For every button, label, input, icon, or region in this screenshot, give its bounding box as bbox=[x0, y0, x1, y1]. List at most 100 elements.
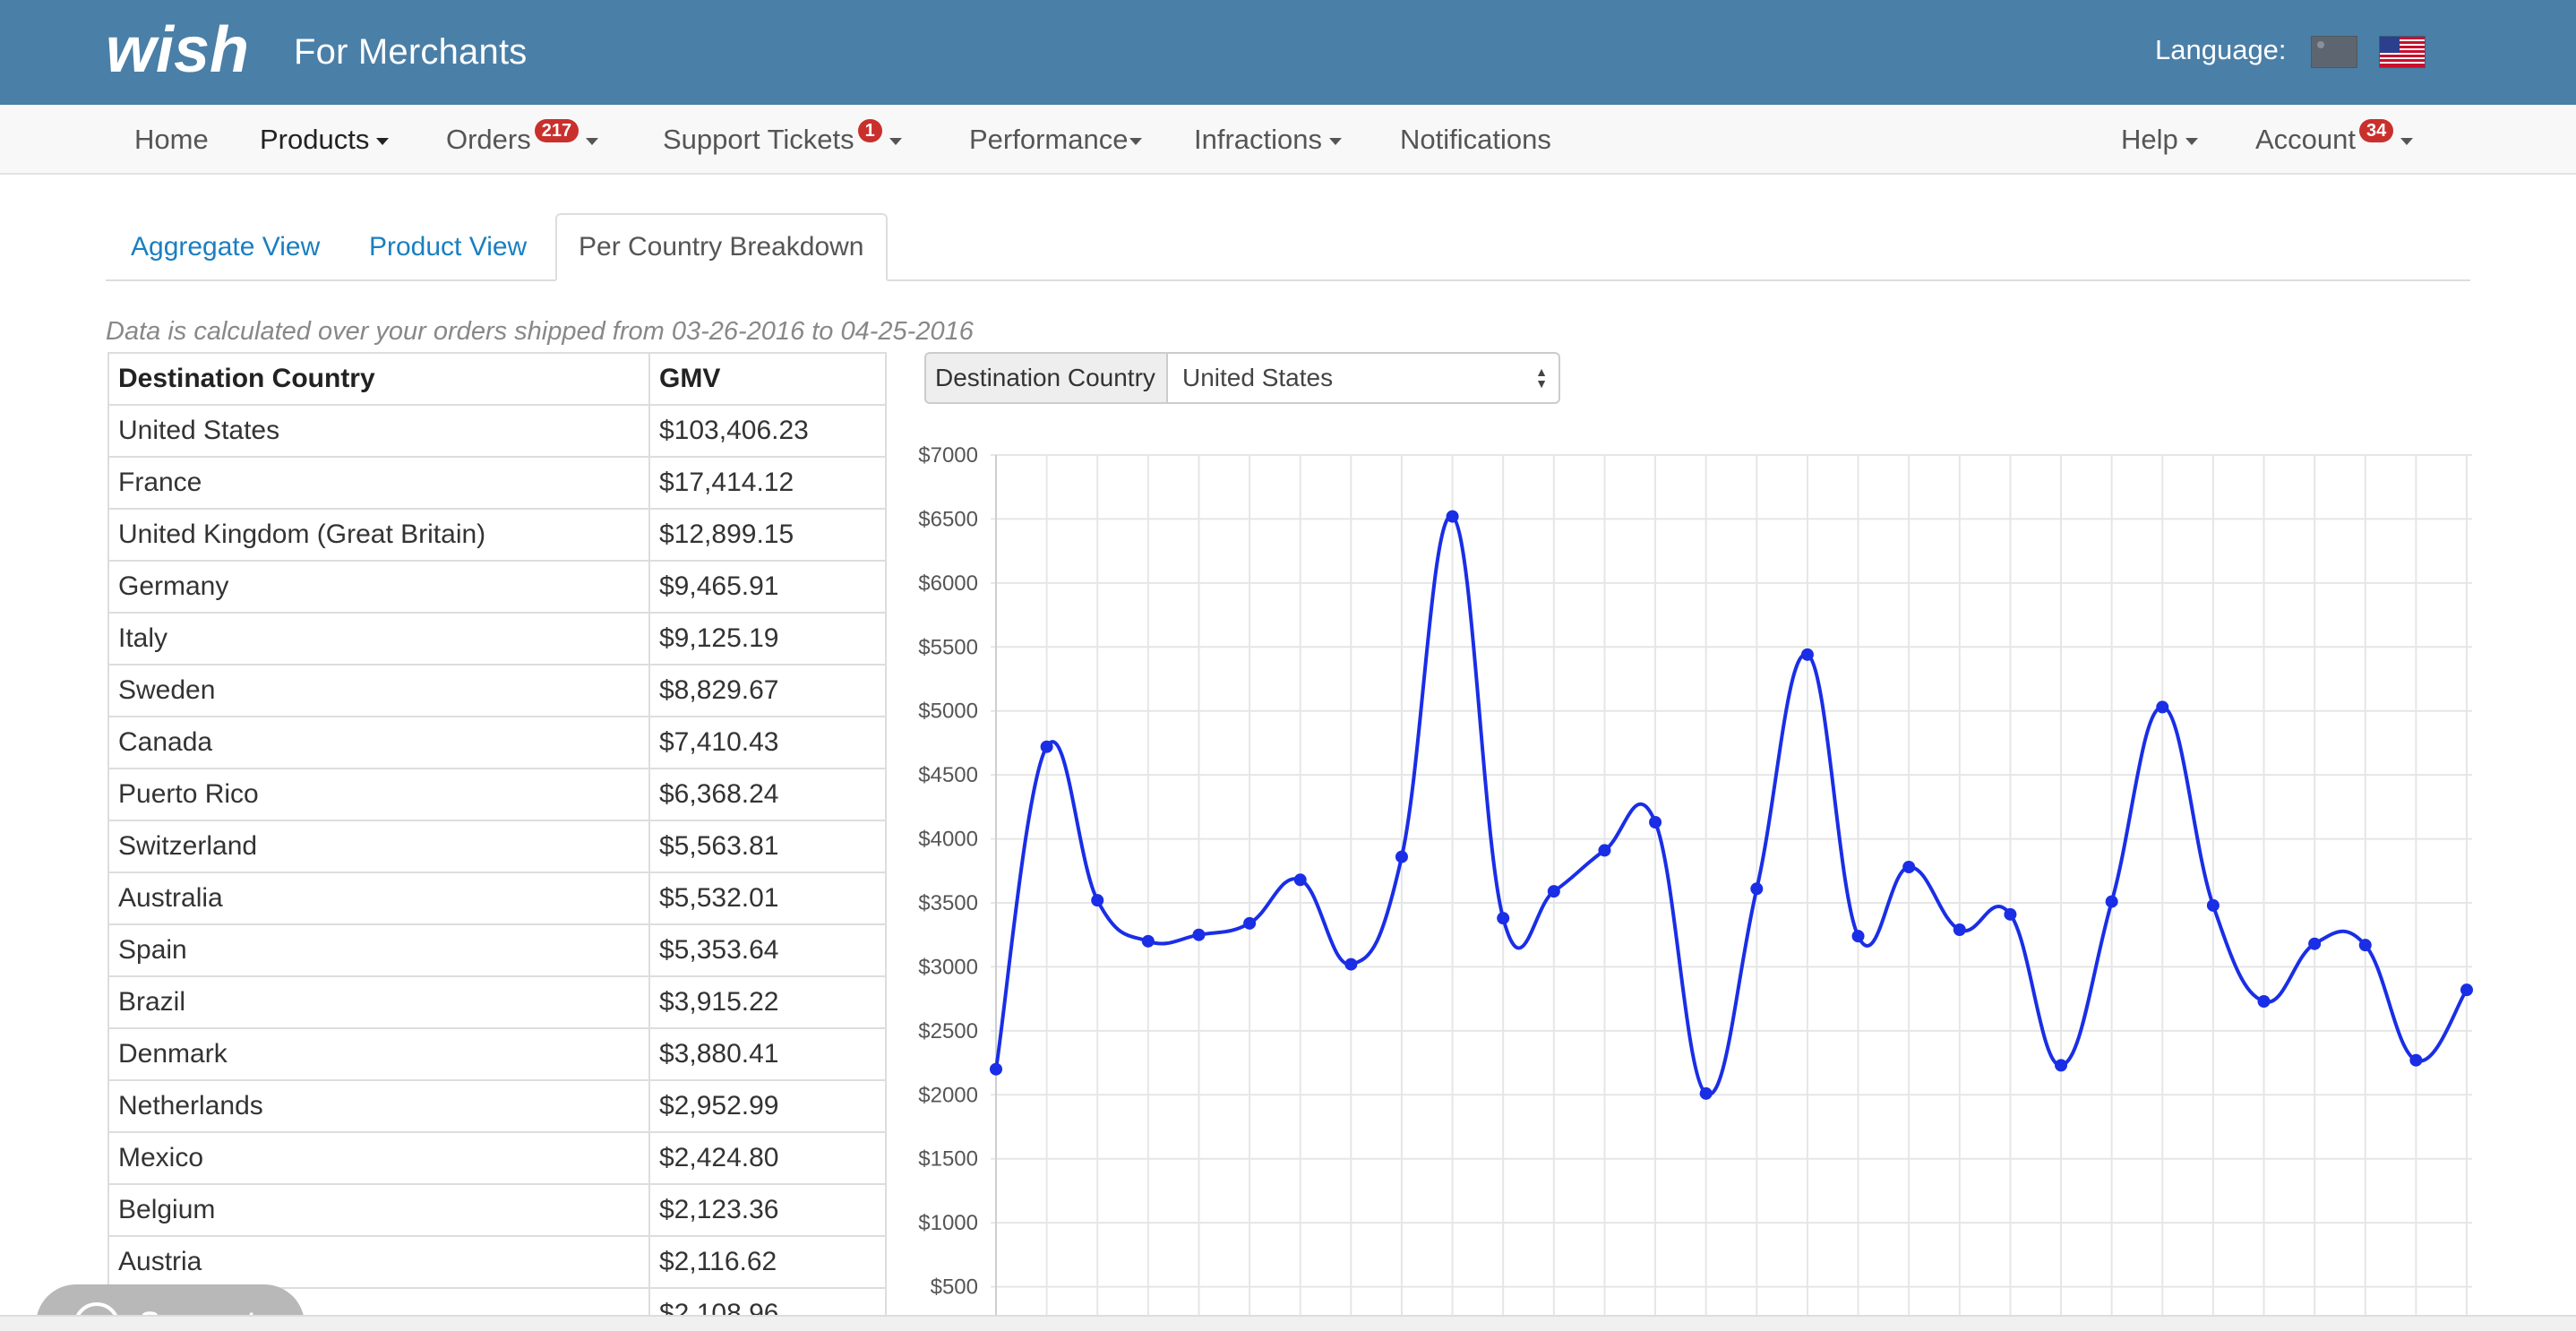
y-tick-label: $1500 bbox=[918, 1147, 978, 1172]
data-point bbox=[2206, 898, 2220, 912]
country-cell: Netherlands bbox=[107, 1079, 650, 1133]
data-point bbox=[990, 1062, 1002, 1076]
wish-logo[interactable]: wish bbox=[106, 20, 272, 84]
chevron-down-icon bbox=[2185, 137, 2198, 145]
account-badge: 34 bbox=[2359, 119, 2394, 142]
y-tick-label: $5500 bbox=[918, 635, 978, 659]
gmv-cell: $8,829.67 bbox=[648, 664, 887, 717]
gmv-cell: $2,116.62 bbox=[648, 1235, 887, 1289]
table-row: Spain $5,353.64 bbox=[107, 923, 887, 977]
y-tick-label: $2000 bbox=[918, 1083, 978, 1107]
logo-text: wish bbox=[106, 20, 249, 84]
tab-product-view[interactable]: Product View bbox=[369, 215, 527, 279]
country-cell: Sweden bbox=[107, 664, 650, 717]
nav-support-tickets-label: Support Tickets bbox=[663, 124, 854, 155]
table-row: Sweden $8,829.67 bbox=[107, 664, 887, 717]
chevron-down-icon bbox=[376, 137, 390, 145]
chevron-down-icon bbox=[586, 137, 599, 145]
nav-infractions[interactable]: Infractions bbox=[1194, 105, 1343, 175]
data-point bbox=[2460, 983, 2473, 997]
data-point bbox=[1953, 923, 1966, 936]
data-point bbox=[1040, 740, 1053, 753]
table-row: Belgium $2,123.36 bbox=[107, 1183, 887, 1237]
country-cell: Austria bbox=[107, 1235, 650, 1289]
table-row: France $17,414.12 bbox=[107, 456, 887, 510]
data-point bbox=[2257, 995, 2271, 1008]
gmv-cell: $7,410.43 bbox=[648, 716, 887, 769]
destination-country-select[interactable]: United States ▲ ▼ bbox=[1166, 352, 1560, 404]
top-header: wish For Merchants Language: bbox=[0, 0, 2576, 105]
data-point bbox=[2156, 700, 2169, 714]
data-point bbox=[2308, 937, 2322, 950]
orders-count-badge: 217 bbox=[534, 119, 580, 142]
y-tick-label: $4000 bbox=[918, 828, 978, 852]
series-line bbox=[994, 514, 2469, 1096]
data-point bbox=[1497, 912, 1510, 925]
country-cell: Switzerland bbox=[107, 820, 650, 873]
data-point bbox=[1446, 510, 1459, 523]
column-header-gmv: GMV bbox=[648, 352, 887, 406]
country-cell: Germany bbox=[107, 560, 650, 614]
y-tick-label: $2500 bbox=[918, 1019, 978, 1043]
data-point bbox=[1800, 648, 1814, 661]
tab-aggregate-view[interactable]: Aggregate View bbox=[131, 215, 320, 279]
nav-home-label: Home bbox=[134, 124, 209, 155]
nav-support-tickets[interactable]: Support Tickets 1 bbox=[663, 105, 902, 175]
country-cell: Puerto Rico bbox=[107, 768, 650, 821]
china-flag-icon[interactable] bbox=[2311, 36, 2357, 68]
table-header-row: Destination Country GMV bbox=[107, 352, 887, 406]
column-header-country: Destination Country bbox=[107, 352, 650, 406]
nav-notifications-label: Notifications bbox=[1400, 124, 1551, 155]
gmv-cell: $2,424.80 bbox=[648, 1131, 887, 1185]
country-cell: Mexico bbox=[107, 1131, 650, 1185]
data-point bbox=[1547, 885, 1560, 898]
y-tick-label: $7000 bbox=[918, 443, 978, 468]
tab-per-country-breakdown[interactable]: Per Country Breakdown bbox=[555, 213, 888, 281]
nav-products[interactable]: Products bbox=[260, 105, 390, 175]
nav-notifications[interactable]: Notifications bbox=[1400, 105, 1551, 175]
gmv-cell: $12,899.15 bbox=[648, 508, 887, 562]
data-point bbox=[1141, 934, 1155, 948]
table-row: Australia $5,532.01 bbox=[107, 872, 887, 925]
table-row: Canada $7,410.43 bbox=[107, 716, 887, 769]
gmv-cell: $103,406.23 bbox=[648, 404, 887, 458]
nav-account[interactable]: Account 34 bbox=[2255, 105, 2414, 175]
nav-orders-label: Orders bbox=[446, 124, 531, 155]
nav-help[interactable]: Help bbox=[2121, 105, 2198, 175]
data-point bbox=[1699, 1086, 1713, 1100]
tabs-divider bbox=[106, 279, 2470, 281]
data-point bbox=[2004, 907, 2017, 921]
nav-performance[interactable]: Performance bbox=[969, 105, 1143, 175]
gmv-cell: $2,952.99 bbox=[648, 1079, 887, 1133]
gmv-cell: $9,465.91 bbox=[648, 560, 887, 614]
language-label: Language: bbox=[2155, 34, 2287, 65]
table-row: Mexico $2,424.80 bbox=[107, 1131, 887, 1185]
table-row: Puerto Rico $6,368.24 bbox=[107, 768, 887, 821]
us-flag-icon[interactable] bbox=[2379, 36, 2426, 68]
table-row: Netherlands $2,952.99 bbox=[107, 1079, 887, 1133]
country-cell: Belgium bbox=[107, 1183, 650, 1237]
table-row: Austria $2,116.62 bbox=[107, 1235, 887, 1289]
table-row: Brazil $3,915.22 bbox=[107, 975, 887, 1029]
gmv-line-chart: $7000 $6500 $6000 $5500 $5000 $4500 $4000 $3500… bbox=[918, 443, 2473, 1331]
country-cell: Brazil bbox=[107, 975, 650, 1029]
nav-orders[interactable]: Orders 217 bbox=[446, 105, 599, 175]
nav-account-label: Account bbox=[2255, 124, 2357, 155]
nav-home[interactable]: Home bbox=[134, 105, 209, 175]
gmv-cell: $6,368.24 bbox=[648, 768, 887, 821]
y-tick-label: $6500 bbox=[918, 507, 978, 531]
table-row: United Kingdom (Great Britain) $12,899.15 bbox=[107, 508, 887, 562]
gmv-cell: $5,353.64 bbox=[648, 923, 887, 977]
data-point bbox=[1902, 861, 1916, 873]
gmv-cell: $5,532.01 bbox=[648, 872, 887, 925]
table-row: Germany $9,465.91 bbox=[107, 560, 887, 614]
table-row: Switzerland $5,563.81 bbox=[107, 820, 887, 873]
selected-country: United States bbox=[1182, 364, 1334, 391]
data-point bbox=[1293, 873, 1307, 887]
gmv-cell: $3,880.41 bbox=[648, 1027, 887, 1081]
country-cell: United States bbox=[107, 404, 650, 458]
y-tick-label: $500 bbox=[931, 1275, 978, 1300]
gmv-cell: $3,915.22 bbox=[648, 975, 887, 1029]
gmv-cell: $17,414.12 bbox=[648, 456, 887, 510]
table-row: United States $103,406.23 bbox=[107, 404, 887, 458]
